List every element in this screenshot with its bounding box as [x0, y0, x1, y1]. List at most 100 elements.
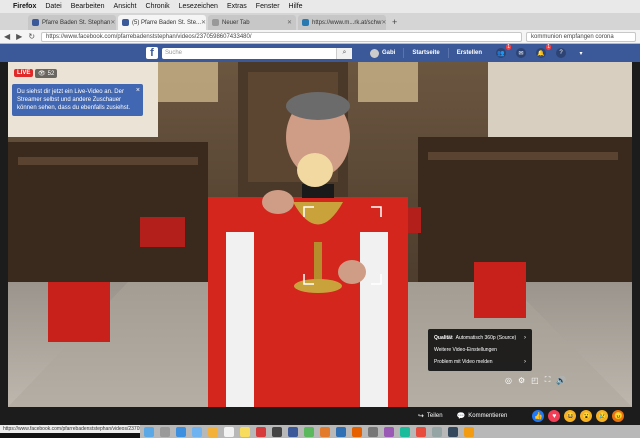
- dock-app-icon[interactable]: [256, 426, 266, 437]
- more-settings-label: Weitere Video-Einstellungen: [434, 347, 497, 353]
- home-link[interactable]: Startseite: [412, 50, 439, 56]
- wow-reaction-icon[interactable]: 😮: [580, 410, 593, 422]
- reload-icon[interactable]: ↻: [28, 32, 35, 41]
- viewer-count-value: 52: [47, 70, 55, 77]
- fullscreen-icon[interactable]: ⛶: [545, 375, 551, 385]
- tab-neuer-tab[interactable]: Neuer Tab ✕: [208, 15, 296, 30]
- close-tab-icon[interactable]: ✕: [201, 19, 206, 26]
- dock-app-icon[interactable]: [304, 426, 314, 437]
- share-label: Teilen: [426, 413, 443, 419]
- comment-button[interactable]: 💬 Kommentieren: [457, 412, 508, 420]
- menu-hilfe[interactable]: Hilfe: [289, 3, 303, 10]
- tab-external-site[interactable]: https://www.m...rk.at/schw ✕: [298, 15, 386, 30]
- live-badge: LIVE: [14, 69, 34, 77]
- live-video-player[interactable]: LIVE 👁 52 Du siehst dir jetzt ein Live-V…: [8, 62, 632, 407]
- avatar[interactable]: [370, 48, 379, 58]
- sad-reaction-icon[interactable]: 😢: [596, 410, 609, 422]
- love-reaction-icon[interactable]: ♥: [548, 410, 561, 422]
- tab-label: Neuer Tab: [222, 19, 250, 26]
- menu-item-quality[interactable]: Qualität Automatisch 360p (Source) ›: [428, 332, 532, 344]
- dock-app-icon[interactable]: [448, 426, 458, 437]
- dock-app-icon[interactable]: [432, 426, 442, 437]
- url-input[interactable]: https://www.facebook.com/pfarrebadenstst…: [41, 31, 522, 42]
- menu-datei[interactable]: Datei: [45, 3, 61, 10]
- link-status-bar: https://www.facebook.com/pfarrebadenstst…: [0, 425, 140, 433]
- dock-safari-icon[interactable]: [176, 426, 186, 437]
- help-icon[interactable]: ?: [556, 48, 567, 58]
- haha-reaction-icon[interactable]: 😆: [564, 410, 577, 422]
- forward-icon[interactable]: ▶: [16, 32, 22, 41]
- dock-app-icon[interactable]: [384, 426, 394, 437]
- notifications-badge: 1: [546, 44, 552, 50]
- facebook-header: f Suche ⌕ Gabi Startseite Erstellen 👥 1 ✉…: [0, 44, 640, 62]
- menu-app-firefox[interactable]: Firefox: [13, 3, 36, 10]
- tab-pfarre-baden-active[interactable]: (5) Pfarre Baden St. Ste... ✕: [118, 15, 206, 30]
- browser-search-input[interactable]: kommunion empfangen corona: [526, 31, 636, 42]
- tab-label: Pfarre Baden St. Stephan: [42, 19, 111, 26]
- dock-app-icon[interactable]: [400, 426, 410, 437]
- eye-icon: 👁: [38, 71, 46, 77]
- dock-app-icon[interactable]: [416, 426, 426, 437]
- menu-fenster[interactable]: Fenster: [256, 3, 280, 10]
- dock-launchpad-icon[interactable]: [160, 426, 170, 437]
- close-tab-icon[interactable]: ✕: [287, 19, 292, 26]
- dock-app-icon[interactable]: [336, 426, 346, 437]
- comment-label: Kommentieren: [468, 413, 508, 419]
- quality-value: Automatisch 360p (Source): [455, 335, 517, 341]
- like-reaction-icon[interactable]: 👍: [532, 410, 545, 422]
- menu-ansicht[interactable]: Ansicht: [114, 3, 137, 10]
- back-icon[interactable]: ◀: [4, 32, 10, 41]
- video-settings-menu: Qualität Automatisch 360p (Source) › Wei…: [428, 329, 532, 371]
- live-video-tooltip: Du siehst dir jetzt ein Live-Video an. D…: [12, 84, 143, 117]
- share-button[interactable]: ↪ Teilen: [418, 412, 443, 420]
- search-icon[interactable]: ⌕: [336, 47, 352, 59]
- close-tab-icon[interactable]: ✕: [110, 19, 115, 26]
- account-menu-chevron-icon[interactable]: ▾: [576, 48, 586, 58]
- dock-finder-icon[interactable]: [144, 426, 154, 437]
- site-favicon-icon: [302, 19, 309, 26]
- facebook-icon-group: 👥 1 ✉ 🔔 1 ? ▾: [496, 44, 596, 58]
- menu-bearbeiten[interactable]: Bearbeiten: [71, 3, 105, 10]
- dock-mail-icon[interactable]: [192, 426, 202, 437]
- report-problem-label: Problem mit Video melden: [434, 359, 493, 365]
- create-link[interactable]: Erstellen: [457, 50, 482, 56]
- dock-calendar-icon[interactable]: [224, 426, 234, 437]
- dock-app-icon[interactable]: [464, 426, 474, 437]
- video-action-bar: ↪ Teilen 💬 Kommentieren 👍 ♥ 😆 😮 😢 😠: [8, 407, 632, 425]
- dock-notes-icon[interactable]: [240, 426, 250, 437]
- notifications-icon[interactable]: 🔔 1: [536, 44, 552, 58]
- new-tab-button[interactable]: +: [392, 17, 397, 27]
- dock-photos-icon[interactable]: [208, 426, 218, 437]
- tab-label: (5) Pfarre Baden St. Ste...: [132, 19, 202, 26]
- macos-dock: [140, 425, 640, 438]
- menu-item-report-problem[interactable]: Problem mit Video melden ›: [428, 356, 532, 368]
- menu-chronik[interactable]: Chronik: [146, 3, 170, 10]
- facebook-search-input[interactable]: Suche ⌕: [162, 47, 352, 59]
- profile-link[interactable]: Gabi: [382, 50, 395, 56]
- menu-extras[interactable]: Extras: [227, 3, 247, 10]
- friend-requests-icon[interactable]: 👥 1: [496, 44, 512, 58]
- popout-icon[interactable]: ◰: [531, 376, 539, 385]
- volume-icon[interactable]: 🔊: [556, 376, 566, 385]
- gear-icon[interactable]: ⚙: [518, 376, 525, 385]
- window-frame-left: [0, 62, 8, 425]
- dock-firefox-icon[interactable]: [352, 426, 362, 437]
- angry-reaction-icon[interactable]: 😠: [612, 410, 625, 422]
- close-icon[interactable]: ×: [136, 86, 140, 95]
- facebook-logo-icon[interactable]: f: [146, 47, 158, 59]
- messenger-icon[interactable]: ✉: [516, 48, 527, 58]
- navigation-toolbar: ◀ ▶ ↻ https://www.facebook.com/pfarrebad…: [0, 30, 640, 44]
- dock-app-icon[interactable]: [288, 426, 298, 437]
- tab-pfarre-baden[interactable]: Pfarre Baden St. Stephan ✕: [28, 15, 116, 30]
- menu-lesezeichen[interactable]: Lesezeichen: [179, 3, 218, 10]
- 360-view-icon[interactable]: ◎: [505, 376, 512, 385]
- menu-item-more-settings[interactable]: Weitere Video-Einstellungen: [428, 344, 532, 356]
- viewer-count: 👁 52: [35, 69, 58, 78]
- dock-app-icon[interactable]: [320, 426, 330, 437]
- facebook-nav: Gabi Startseite Erstellen: [370, 48, 482, 58]
- dock-app-icon[interactable]: [368, 426, 378, 437]
- chevron-right-icon: ›: [524, 359, 526, 365]
- close-tab-icon[interactable]: ✕: [381, 19, 386, 26]
- macos-menubar: Firefox Datei Bearbeiten Ansicht Chronik…: [0, 0, 640, 13]
- dock-app-icon[interactable]: [272, 426, 282, 437]
